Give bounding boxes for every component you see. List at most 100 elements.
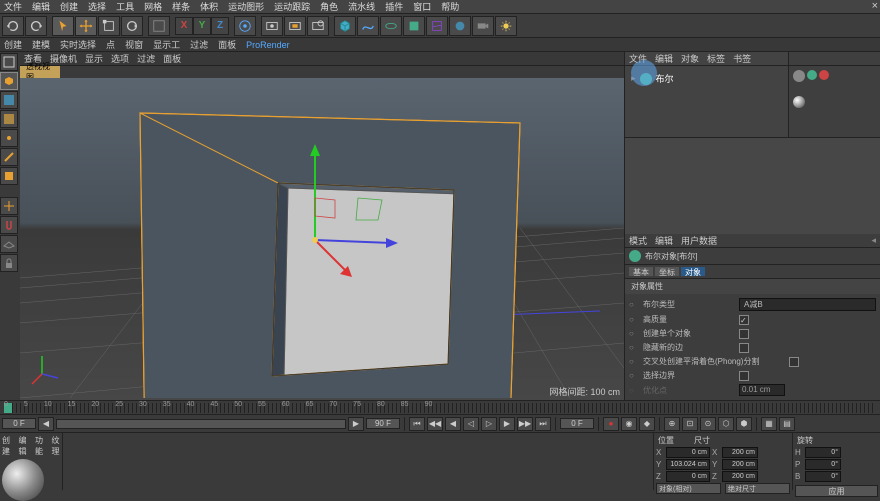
attr-arrow-icon[interactable]: ◂ xyxy=(871,235,876,246)
play-back-button[interactable]: ◁ xyxy=(463,417,479,431)
coord-rel-dropdown[interactable]: 对象(相对) xyxy=(656,483,721,494)
om-tab-tag[interactable]: 标签 xyxy=(707,52,725,65)
autokey-button[interactable]: ◉ xyxy=(621,417,637,431)
attr-bool-type-dropdown[interactable]: A减B xyxy=(739,298,876,311)
om-tab-object[interactable]: 对象 xyxy=(681,52,699,65)
coord-p-rot[interactable]: 0° xyxy=(805,459,841,470)
select-tool[interactable] xyxy=(52,16,74,36)
vp-menu-camera[interactable]: 摄像机 xyxy=(50,52,77,65)
timeline-end-field[interactable]: 90 F xyxy=(366,418,400,429)
current-frame-field[interactable]: 0 F xyxy=(560,418,594,429)
axis-z-button[interactable]: Z xyxy=(211,17,229,35)
window-close-icon[interactable]: × xyxy=(872,0,878,12)
menu-plugins[interactable]: 插件 xyxy=(385,0,403,13)
om-tab-edit[interactable]: 编辑 xyxy=(655,52,673,65)
attr-subtab-basic[interactable]: 基本 xyxy=(629,267,653,276)
key-rot-button[interactable]: ⊙ xyxy=(700,417,716,431)
coord-h-rot[interactable]: 0° xyxy=(805,447,841,458)
vp-menu-panel[interactable]: 面板 xyxy=(163,52,181,65)
render-mode-label[interactable]: ProRender xyxy=(246,40,290,50)
menu-mesh[interactable]: 网格 xyxy=(144,0,162,13)
submenu-point[interactable]: 点 xyxy=(106,38,115,51)
play-button[interactable]: ▷ xyxy=(481,417,497,431)
lock-button[interactable] xyxy=(0,254,18,272)
attr-tab-userdata[interactable]: 用户数据 xyxy=(681,234,717,247)
toggle-tool[interactable] xyxy=(148,16,170,36)
key-param-button[interactable]: ⬡ xyxy=(718,417,734,431)
edge-mode-button[interactable] xyxy=(0,148,18,166)
key-pla-button[interactable]: ⬢ xyxy=(736,417,752,431)
submenu-create[interactable]: 创建 xyxy=(4,38,22,51)
menu-volume[interactable]: 体积 xyxy=(200,0,218,13)
rotate-tool[interactable] xyxy=(121,16,143,36)
next-frame-button[interactable]: ▶ xyxy=(499,417,515,431)
attr-subtab-object[interactable]: 对象 xyxy=(681,267,705,276)
menu-edit[interactable]: 编辑 xyxy=(32,0,50,13)
perspective-viewport[interactable]: 网格间距: 100 cm xyxy=(20,78,624,400)
attr-tab-edit[interactable]: 编辑 xyxy=(655,234,673,247)
point-mode-button[interactable] xyxy=(0,129,18,147)
attr-single-checkbox[interactable] xyxy=(739,329,749,339)
environment-button[interactable] xyxy=(449,16,471,36)
texture-mode-button[interactable] xyxy=(0,91,18,109)
object-tree[interactable]: 文件 编辑 对象 标签 书签 ▸ 布尔 xyxy=(625,52,788,137)
coord-b-rot[interactable]: 0° xyxy=(805,471,841,482)
attr-optimize-field[interactable]: 0.01 cm xyxy=(739,384,785,396)
coord-abs-dropdown[interactable]: 绝对尺寸 xyxy=(725,483,790,494)
attr-selectedge-checkbox[interactable] xyxy=(739,371,749,381)
key-scale-button[interactable]: ⊡ xyxy=(682,417,698,431)
layout-2-button[interactable]: ▤ xyxy=(779,417,795,431)
submenu-view[interactable]: 视窗 xyxy=(125,38,143,51)
coord-system-button[interactable] xyxy=(234,16,256,36)
object-item-boolean[interactable]: ▸ 布尔 xyxy=(629,70,784,87)
axis-y-button[interactable]: Y xyxy=(193,17,211,35)
attr-subtab-coord[interactable]: 坐标 xyxy=(655,267,679,276)
key-pos-button[interactable]: ⊕ xyxy=(664,417,680,431)
spline-primitive-button[interactable] xyxy=(357,16,379,36)
mat-tab-create[interactable]: 创建 xyxy=(2,435,11,457)
menu-mograph[interactable]: 运动图形 xyxy=(228,0,264,13)
coord-z-size[interactable]: 200 cm xyxy=(722,471,758,482)
menu-window[interactable]: 窗口 xyxy=(413,0,431,13)
om-tab-bookmark[interactable]: 书签 xyxy=(733,52,751,65)
coord-x-pos[interactable]: 0 cm xyxy=(666,447,710,458)
vp-menu-filter[interactable]: 过滤 xyxy=(137,52,155,65)
mat-tab-func[interactable]: 功能 xyxy=(35,435,44,457)
visibility-dot-icon[interactable] xyxy=(793,70,805,82)
menu-spline[interactable]: 样条 xyxy=(172,0,190,13)
record-key-button[interactable]: ● xyxy=(603,417,619,431)
coord-y-pos[interactable]: 103.024 cm xyxy=(666,459,710,470)
move-tool[interactable] xyxy=(75,16,97,36)
next-key-button[interactable]: ▶▶ xyxy=(517,417,533,431)
vp-menu-display[interactable]: 显示 xyxy=(85,52,103,65)
undo-button[interactable] xyxy=(2,16,24,36)
light-button[interactable] xyxy=(495,16,517,36)
timeline-handle-right[interactable]: ▶ xyxy=(348,417,364,431)
render-settings-button[interactable] xyxy=(307,16,329,36)
menu-pipeline[interactable]: 流水线 xyxy=(348,0,375,13)
menu-mocap[interactable]: 运动跟踪 xyxy=(274,0,310,13)
coord-apply-button[interactable]: 应用 xyxy=(795,485,878,497)
timeline-start-field[interactable]: 0 F xyxy=(2,418,36,429)
polygon-mode-button[interactable] xyxy=(0,167,18,185)
attr-hideedge-checkbox[interactable] xyxy=(739,343,749,353)
axis-x-button[interactable]: X xyxy=(175,17,193,35)
menu-select[interactable]: 选择 xyxy=(88,0,106,13)
vp-menu-options[interactable]: 选项 xyxy=(111,52,129,65)
menu-file[interactable]: 文件 xyxy=(4,0,22,13)
attr-phong-checkbox[interactable] xyxy=(789,357,799,367)
render-dot-icon[interactable] xyxy=(819,70,829,80)
menu-character[interactable]: 角色 xyxy=(320,0,338,13)
prev-key-button[interactable]: ◀◀ xyxy=(427,417,443,431)
coord-z-pos[interactable]: 0 cm xyxy=(666,471,710,482)
keyframe-sel-button[interactable]: ◆ xyxy=(639,417,655,431)
submenu-panel[interactable]: 面板 xyxy=(218,38,236,51)
submenu-select[interactable]: 实时选择 xyxy=(60,38,96,51)
attr-tab-mode[interactable]: 模式 xyxy=(629,234,647,247)
enable-dot-icon[interactable] xyxy=(807,70,817,80)
menu-help[interactable]: 帮助 xyxy=(441,0,459,13)
prev-frame-button[interactable]: ◀ xyxy=(445,417,461,431)
submenu-filter[interactable]: 过滤 xyxy=(190,38,208,51)
submenu-display[interactable]: 显示工 xyxy=(153,38,180,51)
coord-x-size[interactable]: 200 cm xyxy=(722,447,758,458)
